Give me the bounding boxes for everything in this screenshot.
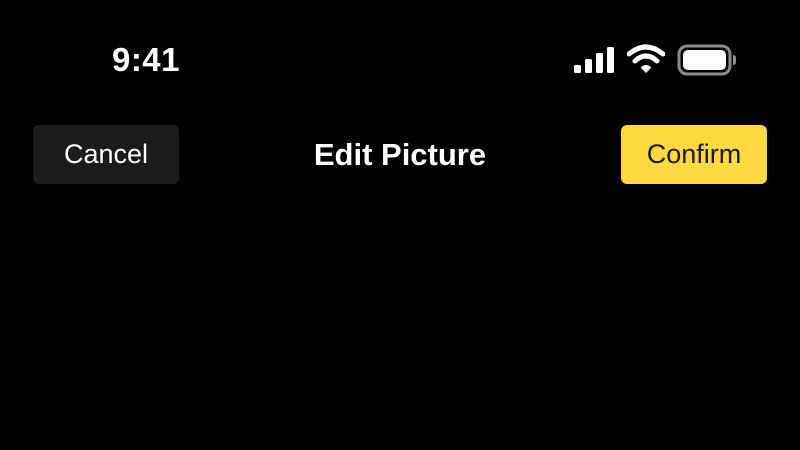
wifi-icon bbox=[627, 44, 665, 73]
battery-icon bbox=[677, 44, 736, 76]
status-bar: 9:41 bbox=[0, 0, 800, 120]
status-time: 9:41 bbox=[111, 41, 181, 78]
navigation-bar: Cancel Edit Picture Confirm bbox=[0, 120, 800, 192]
edit-picture-screen: 9:41 Cancel Edit Picture Confirm bbox=[0, 0, 800, 450]
cellular-signal-icon bbox=[574, 47, 614, 73]
cancel-button[interactable]: Cancel bbox=[33, 125, 179, 184]
picture-canvas[interactable] bbox=[0, 200, 800, 450]
confirm-button[interactable]: Confirm bbox=[621, 125, 767, 184]
page-title: Edit Picture bbox=[313, 137, 487, 172]
